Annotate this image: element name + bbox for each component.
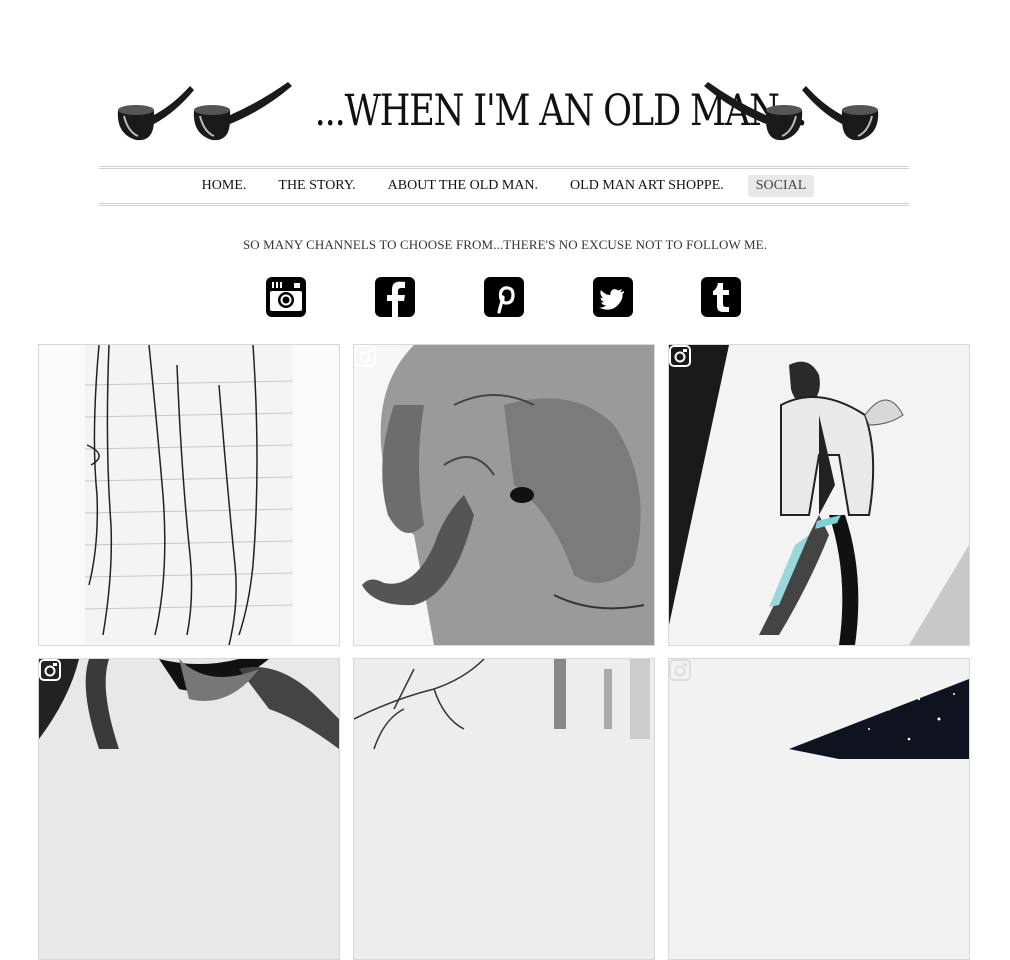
starry-painting-image xyxy=(669,659,969,959)
elephant-image xyxy=(354,345,654,645)
gallery-tile[interactable] xyxy=(353,658,655,960)
instagram-gallery xyxy=(38,344,970,960)
gallery-tile[interactable] xyxy=(353,344,655,646)
fashion-sketch-image xyxy=(669,345,969,645)
nav-item-art-shoppe[interactable]: OLD MAN ART SHOPPE. xyxy=(562,175,732,197)
tumblr-icon[interactable] xyxy=(701,277,741,317)
brush-strokes-image xyxy=(39,659,339,959)
instagram-badge-icon xyxy=(669,659,691,681)
tree-branches-image xyxy=(354,659,654,959)
site-title[interactable]: ...WHEN I'M AN OLD MAN... xyxy=(315,78,808,144)
instagram-badge-icon xyxy=(39,659,61,681)
gallery-tile[interactable] xyxy=(668,344,970,646)
social-tagline: SO MANY CHANNELS TO CHOOSE FROM...THERE'… xyxy=(242,237,768,252)
pipe-icon xyxy=(802,86,879,141)
pipe-icon xyxy=(704,82,803,141)
nav-item-about[interactable]: ABOUT THE OLD MAN. xyxy=(380,175,546,197)
instagram-badge-icon xyxy=(354,345,376,367)
twitter-icon[interactable] xyxy=(593,277,633,317)
gallery-tile[interactable] xyxy=(668,658,970,960)
instagram-icon[interactable] xyxy=(266,277,306,317)
instagram-badge-icon xyxy=(669,345,691,367)
facebook-icon[interactable] xyxy=(375,277,415,317)
social-icons xyxy=(266,277,746,319)
gallery-tile[interactable] xyxy=(38,658,340,960)
gallery-tile[interactable] xyxy=(38,344,340,646)
pinterest-icon[interactable] xyxy=(484,277,524,317)
sketch-image xyxy=(39,345,339,645)
nav-list: HOME. THE STORY. ABOUT THE OLD MAN. OLD … xyxy=(99,169,909,203)
site-header: ...WHEN I'M AN OLD MAN... xyxy=(0,70,1010,150)
pipe-icon xyxy=(117,86,194,141)
nav-item-home[interactable]: HOME. xyxy=(194,175,255,197)
main-nav: HOME. THE STORY. ABOUT THE OLD MAN. OLD … xyxy=(99,166,909,206)
nav-item-the-story[interactable]: THE STORY. xyxy=(270,175,363,197)
nav-item-social[interactable]: SOCIAL xyxy=(747,175,815,197)
pipe-icon xyxy=(193,82,292,141)
